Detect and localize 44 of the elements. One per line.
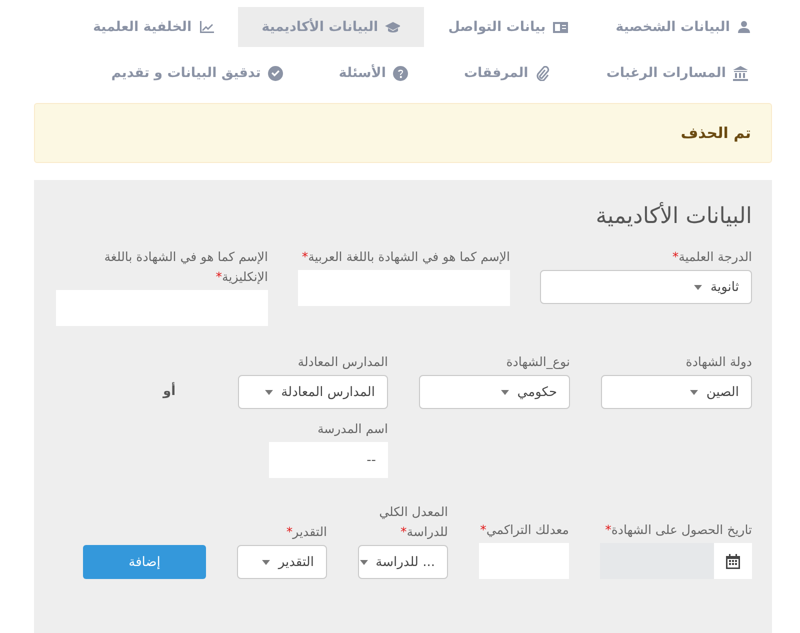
alert-message: تم الحذف	[34, 103, 772, 163]
dropdown[interactable]: الصين	[601, 375, 752, 409]
dropdown[interactable]: حكومي	[419, 375, 570, 409]
field-label: المدارس المعادلة	[296, 353, 388, 371]
dropdown[interactable]: التقدير	[237, 545, 327, 579]
graduation-cap-icon	[385, 20, 400, 34]
dropdown[interactable]: المدارس المعادلة	[238, 375, 388, 409]
field-label: اسم المدرسة	[316, 420, 388, 438]
caret-icon	[690, 390, 698, 394]
add-button[interactable]: إضافة	[83, 545, 206, 579]
tab[interactable]: تدقيق البيانات و تقديم	[87, 53, 307, 93]
field-label: الدرجة العلمية*	[671, 248, 752, 266]
dropdown[interactable]: ثانوية	[540, 270, 752, 304]
input-field[interactable]: --	[269, 442, 388, 478]
tab[interactable]: بيانات التواصل	[424, 7, 592, 47]
dropdown[interactable]: ... للدراسة	[358, 545, 448, 579]
id-card-icon	[552, 20, 568, 34]
field-label: المعدل الكلي للدراسة*	[378, 503, 448, 541]
paperclip-icon	[535, 66, 550, 80]
caret-icon	[501, 390, 510, 394]
field-label: معدلك التراكمي*	[479, 521, 569, 539]
tab[interactable]: الخلفية العلمية	[69, 7, 238, 47]
caret-icon	[360, 560, 368, 564]
field-label: الإسم كما هو في الشهادة باللغة الإنكليزية*	[103, 248, 268, 286]
caret-icon	[694, 284, 702, 290]
tab[interactable]: البيانات الأكاديمية	[238, 7, 424, 47]
line-chart-icon	[198, 20, 214, 34]
tab[interactable]: الأسئلة	[314, 53, 432, 93]
field-label: تاريخ الحصول على الشهادة*	[604, 521, 752, 539]
tab[interactable]: المرفقات	[440, 53, 574, 93]
tab[interactable]: المسارات الرغبات	[582, 53, 772, 93]
caret-icon	[262, 560, 270, 564]
calendar-icon	[726, 554, 740, 568]
or-label: أو	[163, 381, 177, 401]
field-label: الإسم كما هو في الشهادة باللغة العربية*	[300, 248, 510, 266]
question-icon	[392, 66, 408, 80]
field-label: نوع_الشهادة	[505, 353, 570, 371]
user-icon	[737, 20, 752, 34]
tab[interactable]: البيانات الشخصية	[592, 7, 776, 47]
section-title: البيانات الأكاديمية	[594, 204, 752, 229]
field-label: دولة الشهادة	[684, 353, 752, 371]
field-label: التقدير*	[285, 523, 327, 541]
bank-icon	[733, 66, 748, 80]
caret-icon	[265, 390, 274, 394]
